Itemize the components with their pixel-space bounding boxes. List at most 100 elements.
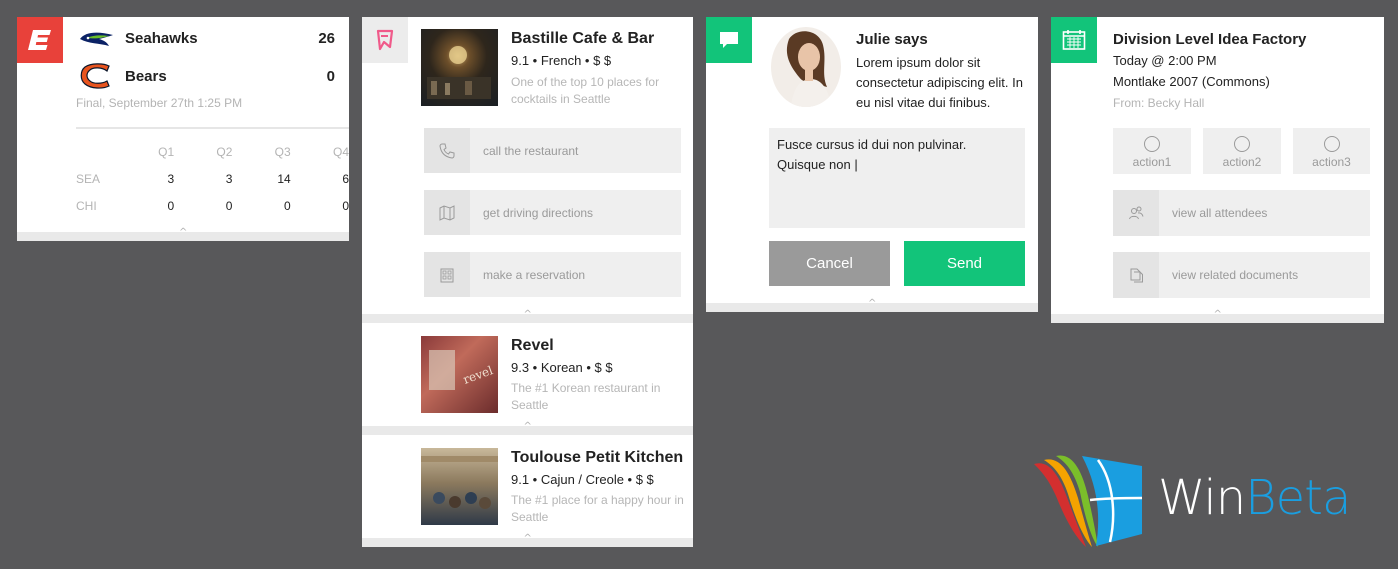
quarter-scores-table: Q1 Q2 Q3 Q4 SEA 3 3 14 6 CHI 0 0 0 0: [76, 138, 349, 219]
quarter-header-row: Q1 Q2 Q3 Q4: [76, 138, 349, 165]
call-restaurant-label: call the restaurant: [483, 143, 579, 158]
win-text: Win: [1158, 470, 1246, 526]
circle-icon: [1144, 136, 1160, 152]
score-cell: 14: [277, 171, 291, 186]
venue-description: The #1 place for a happy hour in Seattle: [511, 493, 684, 524]
view-attendees-button[interactable]: view all attendees: [1113, 190, 1370, 236]
people-icon: [1113, 190, 1159, 236]
winbeta-logo: WinBeta: [1030, 452, 1380, 552]
score-cell: 0: [167, 198, 175, 213]
venue-name[interactable]: Bastille Cafe & Bar: [511, 30, 654, 48]
score-cell: 6: [342, 171, 349, 186]
divider: [76, 127, 349, 129]
collapse-handle[interactable]: [362, 533, 693, 547]
view-documents-button[interactable]: view related documents: [1113, 252, 1370, 298]
foursquare-app-icon: [362, 17, 408, 63]
team2-score: 0: [326, 68, 335, 85]
espn-app-icon: [17, 17, 63, 63]
action3-button[interactable]: action3: [1293, 128, 1370, 174]
action-label: action2: [1222, 155, 1262, 169]
action2-button[interactable]: action2: [1203, 128, 1281, 174]
message-body: Lorem ipsum dolor sit consectetur adipis…: [856, 55, 1023, 110]
venue-card-toulouse[interactable]: Toulouse Petit Kitchen 9.1 • Cajun / Cre…: [362, 435, 693, 547]
score-cell: 0: [284, 198, 291, 213]
venue-card-revel[interactable]: revel Revel 9.3 • Korean • $ $ The #1 Ko…: [362, 323, 693, 435]
venue-meta: 9.1 • Cajun / Creole • $ $: [511, 472, 654, 487]
avatar[interactable]: [771, 27, 841, 107]
julie-avatar-image: [786, 31, 831, 107]
venue-description: One of the top 10 places for cocktails i…: [511, 75, 660, 106]
foursquare-card[interactable]: Bastille Cafe & Bar 9.1 • French • $ $ O…: [362, 17, 693, 323]
table-row: SEA 3 3 14 6: [76, 165, 349, 192]
quarter-label: Q4: [332, 144, 349, 159]
reply-input[interactable]: Fusce cursus id dui non pulvinar. Quisqu…: [769, 128, 1025, 228]
circle-icon: [1324, 136, 1340, 152]
score-cell: 0: [225, 198, 233, 213]
driving-directions-label: get driving directions: [483, 205, 594, 220]
chat-bubble-icon: [720, 32, 738, 48]
quarter-label: Q1: [158, 144, 175, 159]
collapse-handle[interactable]: [362, 421, 693, 435]
venue-meta: 9.1 • French • $ $: [511, 53, 612, 68]
toulouse-photo[interactable]: [421, 448, 498, 525]
espn-logo-icon: [28, 30, 51, 50]
calendar-card[interactable]: Division Level Idea Factory Today @ 2:00…: [1051, 17, 1384, 323]
sender-name: Julie says: [856, 31, 928, 48]
restaurant-interior-image: [421, 456, 498, 509]
message-app-icon: [706, 17, 752, 63]
action1-button[interactable]: action1: [1113, 128, 1191, 174]
score-cell: 3: [225, 171, 233, 186]
winbeta-wordmark: WinBeta: [1158, 468, 1351, 528]
venue-meta: 9.3 • Korean • $ $: [511, 360, 613, 375]
espn-score-card[interactable]: Seahawks 26 Bears 0 Final, September 27t…: [17, 17, 349, 241]
make-reservation-button[interactable]: make a reservation: [424, 252, 681, 297]
collapse-handle[interactable]: [362, 309, 693, 323]
venue-name[interactable]: Toulouse Petit Kitchen: [511, 449, 683, 467]
team1-name: Seahawks: [125, 30, 198, 47]
collapse-handle[interactable]: [706, 298, 1038, 312]
seahawks-logo-icon: [80, 32, 113, 46]
team1-score: 26: [318, 30, 335, 47]
view-documents-label: view related documents: [1172, 268, 1299, 282]
cancel-button[interactable]: Cancel: [769, 241, 890, 286]
winbeta-flag-icon: [1034, 455, 1143, 547]
collapse-handle[interactable]: [1051, 309, 1384, 323]
phone-icon: [424, 128, 470, 173]
foursquare-logo-icon: [376, 29, 394, 51]
revel-storefront-image: revel: [429, 350, 495, 390]
event-title[interactable]: Division Level Idea Factory: [1113, 31, 1306, 48]
row-label: SEA: [76, 171, 101, 186]
venue-description: The #1 Korean restaurant in Seattle: [511, 381, 661, 412]
row-label: CHI: [76, 198, 97, 213]
action-label: action1: [1132, 155, 1172, 169]
calendar-icon: [1062, 30, 1086, 50]
revel-photo[interactable]: revel: [421, 336, 498, 413]
call-restaurant-button[interactable]: call the restaurant: [424, 128, 681, 173]
calendar-app-icon: [1051, 17, 1097, 63]
documents-icon: [1113, 252, 1159, 298]
view-attendees-label: view all attendees: [1172, 206, 1268, 220]
map-icon: [424, 190, 470, 235]
event-organizer: From: Becky Hall: [1113, 96, 1205, 110]
bastille-photo[interactable]: [421, 29, 498, 106]
collapse-handle[interactable]: [17, 227, 349, 241]
circle-icon: [1234, 136, 1250, 152]
send-button[interactable]: Send: [904, 241, 1025, 286]
message-card[interactable]: Julie says Lorem ipsum dolor sit consect…: [706, 17, 1038, 312]
quarter-label: Q3: [274, 144, 291, 159]
game-status: Final, September 27th 1:25 PM: [76, 96, 243, 110]
building-icon: [424, 252, 470, 297]
venue-name[interactable]: Revel: [511, 337, 554, 355]
score-cell: 0: [342, 198, 349, 213]
beta-text: Beta: [1245, 470, 1351, 526]
score-cell: 3: [167, 171, 175, 186]
bears-logo-icon: [80, 63, 110, 89]
svg-text:revel: revel: [461, 363, 495, 387]
make-reservation-label: make a reservation: [483, 267, 586, 282]
driving-directions-button[interactable]: get driving directions: [424, 190, 681, 235]
event-time: Today @ 2:00 PM: [1113, 53, 1217, 68]
quarter-label: Q2: [216, 144, 233, 159]
event-location: Montlake 2007 (Commons): [1113, 74, 1270, 89]
chandelier-image: [427, 46, 491, 99]
table-row: CHI 0 0 0 0: [76, 192, 349, 219]
